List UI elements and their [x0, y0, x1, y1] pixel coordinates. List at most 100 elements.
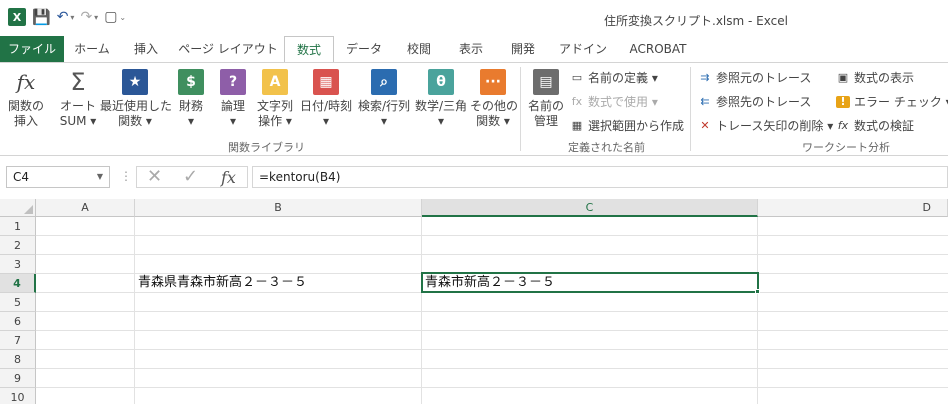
tab-formulas[interactable]: 数式 [284, 36, 334, 63]
insert-function-button[interactable]: fx 関数の 挿入 [6, 69, 46, 129]
undo-icon[interactable]: ↶ [57, 9, 69, 25]
tab-acrobat[interactable]: ACROBAT [618, 36, 698, 62]
insert-function-icon[interactable]: fx [221, 168, 236, 188]
tab-addins[interactable]: アドイン [550, 36, 616, 62]
date-time-label: 日付/時刻 ▾ [299, 99, 353, 128]
error-checking-icon: ! [836, 95, 850, 108]
new-file-icon[interactable]: ▢ [104, 9, 117, 25]
text-functions-button[interactable]: A 文字列 操作 ▾ [254, 69, 296, 129]
show-formulas-label: 数式の表示 [854, 71, 915, 85]
name-box[interactable]: C4 ▼ [6, 166, 110, 188]
row-header[interactable]: 2 [0, 236, 36, 255]
theta-icon: θ [428, 69, 454, 95]
define-name-icon: ▭ [571, 70, 583, 84]
gridline [36, 311, 948, 312]
lookup-reference-label: 検索/行列 ▾ [357, 99, 411, 128]
defined-names-group-label: 定義された名前 [568, 141, 645, 154]
gridline [421, 217, 422, 404]
date-time-button[interactable]: ▦ 日付/時刻 ▾ [298, 69, 354, 129]
window-title: 住所変換スクリプト.xlsm - Excel [604, 14, 788, 28]
calendar-icon: ▦ [313, 69, 339, 95]
trace-precedents-label: 参照元のトレース [716, 71, 812, 85]
more-functions-button[interactable]: ··· その他の 関数 ▾ [470, 69, 519, 129]
logical-button[interactable]: ? 論理 ▾ [216, 69, 250, 129]
ribbon-separator [520, 67, 521, 151]
trace-precedents-button[interactable]: ⇉ 参照元のトレース [698, 69, 811, 86]
create-from-selection-label: 選択範囲から作成 [588, 119, 685, 133]
gridline [36, 368, 948, 369]
row-header[interactable]: 8 [0, 350, 36, 369]
show-formulas-button[interactable]: ▣ 数式の表示 [836, 69, 914, 86]
row-header[interactable]: 9 [0, 369, 36, 388]
row-header[interactable]: 5 [0, 293, 36, 312]
tab-developer[interactable]: 開発 [498, 36, 548, 62]
tab-review[interactable]: 校閲 [394, 36, 444, 62]
remove-arrows-button[interactable]: ✕ トレース矢印の削除 ▾ [698, 117, 833, 134]
column-header-d[interactable]: D [758, 199, 948, 217]
evaluate-formula-label: 数式の検証 [854, 119, 915, 133]
formula-bar-grip-icon[interactable]: ⋮ [120, 169, 132, 183]
tab-home[interactable]: ホーム [66, 36, 118, 62]
undo-dropdown-icon[interactable]: ▾ [70, 13, 74, 22]
use-in-formula-button[interactable]: fx 数式で使用 ▾ [570, 93, 658, 110]
column-header-a[interactable]: A [36, 199, 135, 217]
text-icon: A [262, 69, 288, 95]
evaluate-formula-icon: fx [837, 118, 849, 132]
error-checking-button[interactable]: ! エラー チェック ▾ [836, 93, 948, 110]
tab-file[interactable]: ファイル [0, 36, 64, 62]
row-header-selected[interactable]: 4 [0, 274, 36, 293]
column-header-c[interactable]: C [422, 199, 758, 217]
math-trig-button[interactable]: θ 数学/三角 ▾ [414, 69, 468, 129]
create-from-selection-icon: ▦ [571, 118, 583, 132]
financial-button[interactable]: $ 財務 ▾ [174, 69, 208, 129]
financial-label: 財務 ▾ [178, 99, 203, 128]
trace-dependents-label: 参照先のトレース [716, 95, 812, 109]
row-header[interactable]: 1 [0, 217, 36, 236]
customize-qat-icon[interactable]: ⌄ [119, 13, 126, 22]
star-icon: ★ [122, 69, 148, 95]
use-in-formula-icon: fx [571, 94, 583, 108]
tab-data[interactable]: データ [336, 36, 392, 62]
row-header[interactable]: 10 [0, 388, 36, 404]
function-library-group-label: 関数ライブラリ [228, 141, 305, 154]
trace-dependents-icon: ⇇ [700, 94, 710, 108]
name-box-dropdown-icon[interactable]: ▼ [97, 167, 103, 187]
sigma-icon: Σ [70, 68, 86, 96]
formula-auditing-group-label: ワークシート分析 [802, 141, 890, 154]
row-header[interactable]: 6 [0, 312, 36, 331]
more-functions-label: その他の 関数 ▾ [470, 99, 519, 128]
lookup-reference-button[interactable]: ⌕ 検索/行列 ▾ [356, 69, 412, 129]
fill-handle[interactable] [755, 289, 760, 294]
column-header-b[interactable]: B [135, 199, 422, 217]
cell-c4[interactable]: 青森市新高２－３－５ [422, 273, 555, 292]
formula-input[interactable]: =kentoru(B4) [252, 166, 948, 188]
cell-b4[interactable]: 青森県青森市新高２－３－５ [135, 273, 307, 292]
row-header[interactable]: 3 [0, 255, 36, 274]
select-all-button[interactable] [0, 199, 36, 217]
evaluate-formula-button[interactable]: fx 数式の検証 [836, 117, 914, 134]
name-manager-label: 名前の 管理 [527, 99, 564, 128]
remove-arrows-icon: ✕ [700, 118, 710, 132]
cancel-icon[interactable]: ✕ [147, 167, 162, 187]
trace-dependents-button[interactable]: ⇇ 参照先のトレース [698, 93, 811, 110]
define-name-button[interactable]: ▭ 名前の定義 ▾ [570, 69, 658, 86]
row-header[interactable]: 7 [0, 331, 36, 350]
redo-dropdown-icon[interactable]: ▾ [94, 13, 98, 22]
logical-label: 論理 ▾ [220, 99, 245, 128]
ribbon-tabs: ファイル ホーム 挿入 ページ レイアウト 数式 データ 校閲 表示 開発 アド… [0, 36, 948, 63]
redo-icon[interactable]: ↷ [80, 9, 92, 25]
enter-icon[interactable]: ✓ [183, 167, 198, 187]
name-manager-button[interactable]: ▤ 名前の 管理 [526, 69, 566, 129]
lookup-icon: ⌕ [371, 69, 397, 95]
worksheet-grid: A B C D 1 2 3 4 5 6 7 8 9 10 青森県青森市新高２－３… [0, 199, 948, 404]
tab-view[interactable]: 表示 [446, 36, 496, 62]
ribbon-separator [690, 67, 691, 151]
autosum-button[interactable]: Σ オート SUM ▾ [56, 69, 100, 129]
tab-page-layout[interactable]: ページ レイアウト [174, 36, 282, 62]
tab-insert[interactable]: 挿入 [120, 36, 172, 62]
excel-logo-icon: X [8, 8, 26, 26]
recently-used-button[interactable]: ★ 最近使用した 関数 ▾ [100, 69, 172, 129]
financial-icon: $ [178, 69, 204, 95]
save-icon[interactable]: 💾 [32, 8, 51, 26]
create-from-selection-button[interactable]: ▦ 選択範囲から作成 [570, 117, 684, 134]
